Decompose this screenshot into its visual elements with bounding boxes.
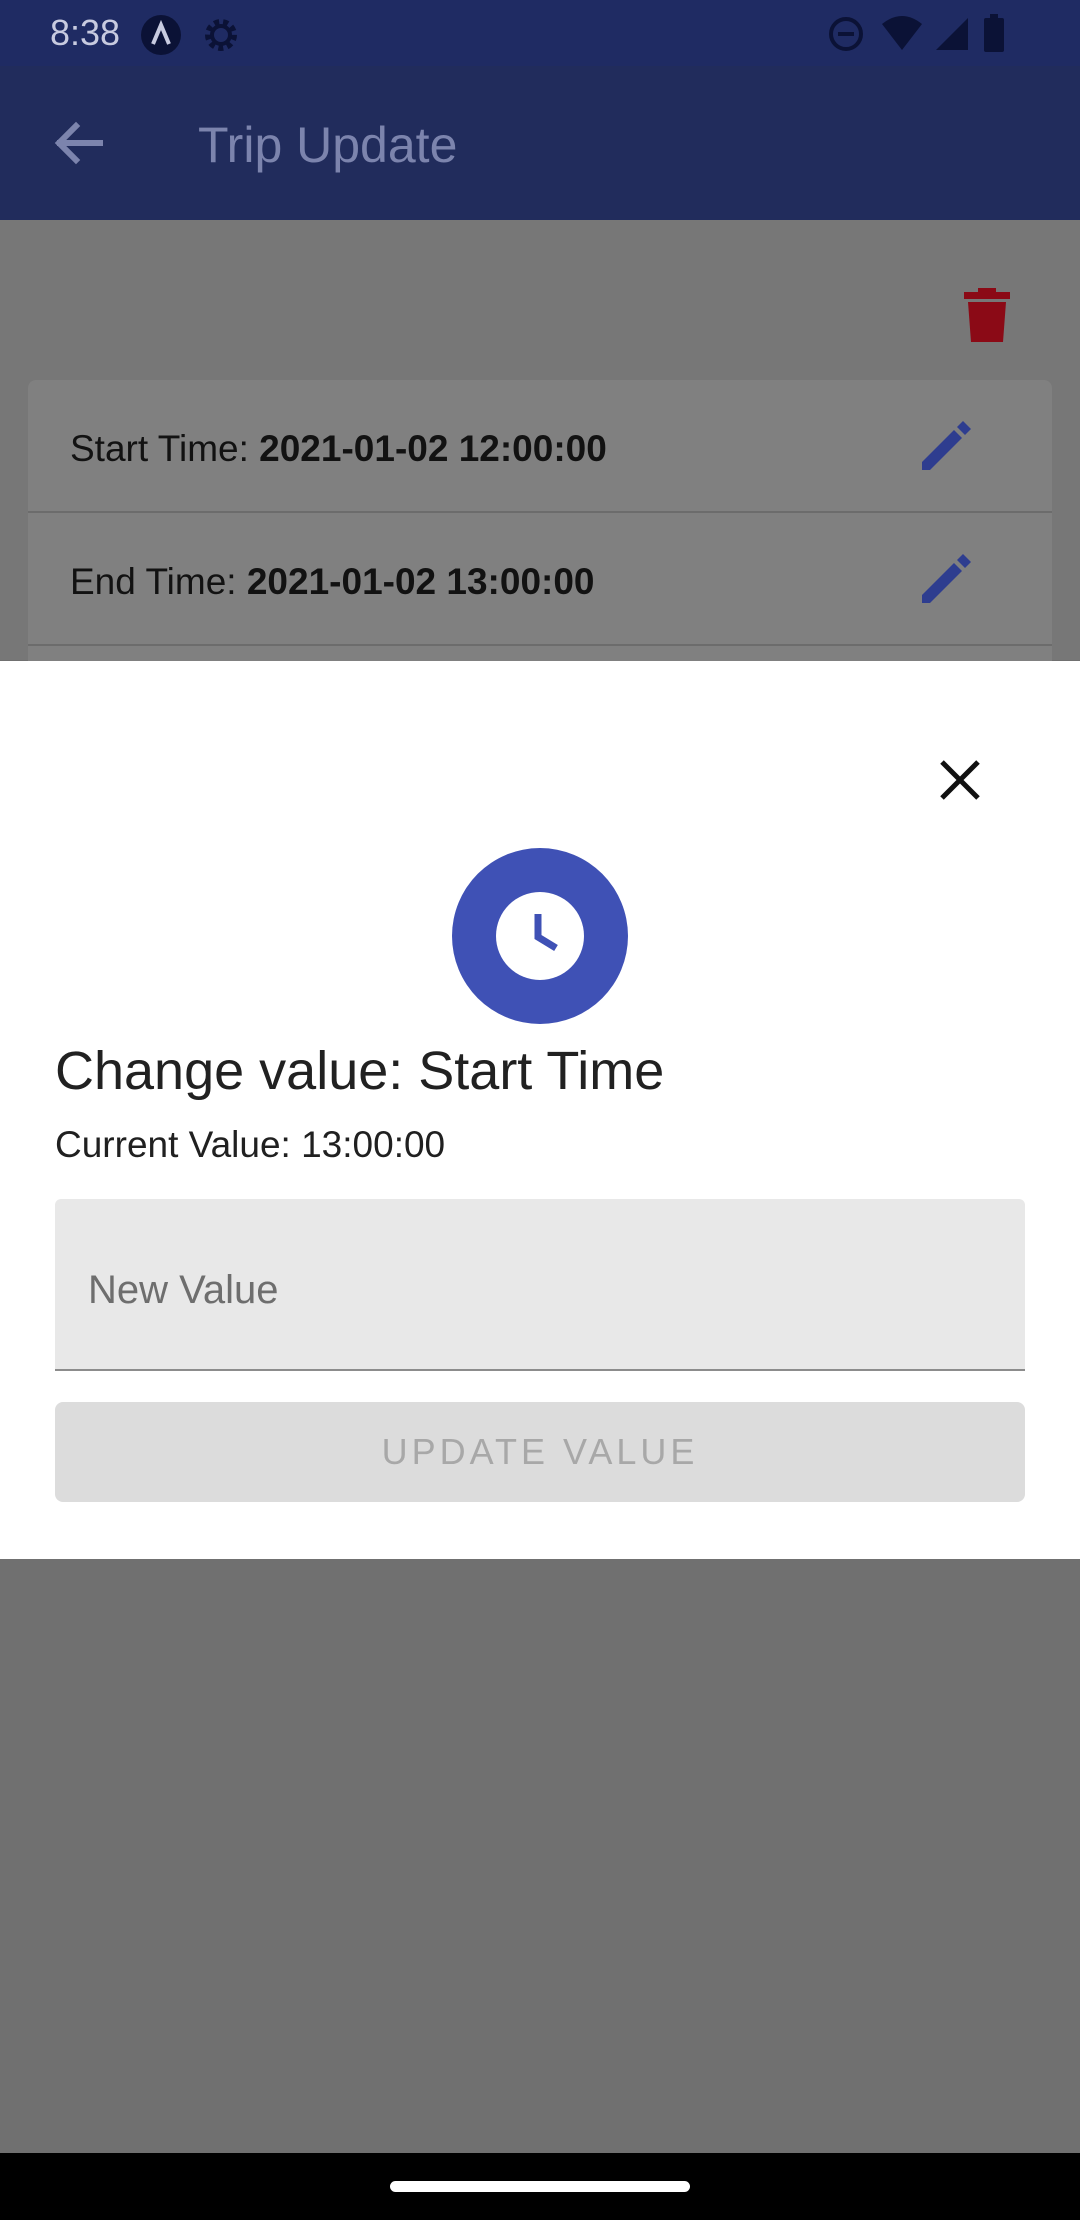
edit-end-time-button[interactable] [910,545,980,615]
pencil-icon [910,421,980,486]
clock-badge [452,848,628,1024]
start-time-row-label: Start Time: 2021-01-02 12:00:00 [70,428,607,469]
do-not-disturb-icon [826,14,866,59]
app-bar [0,66,1080,220]
trash-icon [962,288,1012,346]
delete-button[interactable] [962,286,1012,347]
app-bar-title: Trip Update [198,117,458,173]
current-value-text: Current Value: 13:00:00 [55,1124,446,1165]
back-button[interactable] [40,105,116,181]
battery-icon [982,14,1006,59]
wifi-icon [880,14,924,59]
update-value-button[interactable]: UPDATE VALUE [55,1402,1025,1502]
pencil-icon [910,554,980,619]
settings-gear-icon [200,14,242,61]
sheet-title: Change value: Start Time [55,1041,665,1101]
signal-icon [932,14,972,59]
close-icon [930,760,990,814]
new-value-input[interactable] [88,1268,988,1313]
close-button[interactable] [930,750,990,810]
app-a-icon [140,14,182,61]
arrow-back-icon [40,121,116,185]
clock-icon [452,892,628,1028]
end-time-row-label: End Time: 2021-01-02 13:00:00 [70,561,595,602]
home-gesture-handle[interactable] [390,2181,690,2192]
row-divider [28,644,1052,646]
status-time: 8:38 [50,12,121,53]
edit-start-time-button[interactable] [910,412,980,482]
